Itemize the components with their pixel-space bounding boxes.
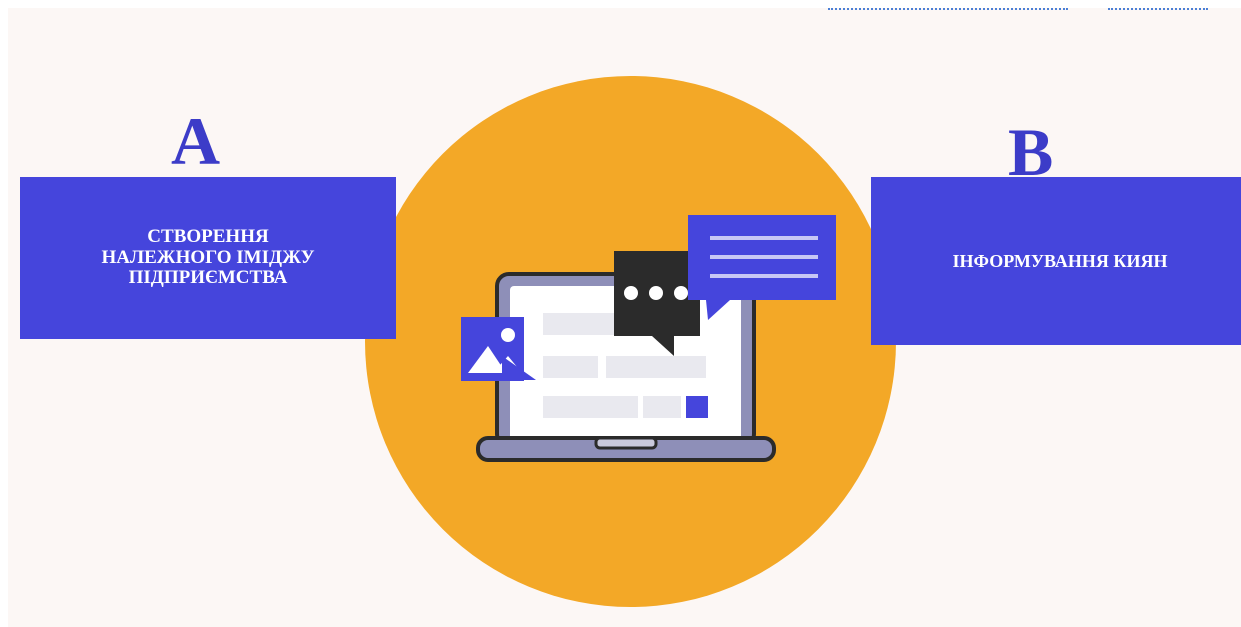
laptop-with-chat-icon xyxy=(461,215,836,462)
screen-block xyxy=(606,356,706,378)
message-line xyxy=(710,255,818,259)
dot-icon xyxy=(649,286,663,300)
screen-accent-block xyxy=(686,396,708,418)
label-letter-a: A xyxy=(171,103,221,179)
top-divider-right xyxy=(1108,8,1208,16)
message-line xyxy=(710,236,818,240)
sun-icon xyxy=(501,328,515,342)
dot-icon xyxy=(674,286,688,300)
screen-block xyxy=(643,396,681,418)
right-text-box: ІНФОРМУВАННЯ КИЯН xyxy=(871,177,1241,345)
dot-icon xyxy=(624,286,638,300)
screen-block xyxy=(543,396,638,418)
right-box-text: ІНФОРМУВАННЯ КИЯН xyxy=(952,250,1168,271)
top-divider-left xyxy=(828,8,1068,16)
label-letter-b: B xyxy=(1008,114,1054,190)
diagram-canvas: A B СТВОРЕННЯ НАЛЕЖНОГО ІМІДЖУ ПІДПРИЄМС… xyxy=(8,8,1241,627)
left-text-box: СТВОРЕННЯ НАЛЕЖНОГО ІМІДЖУ ПІДПРИЄМСТВА xyxy=(20,177,396,339)
screen-block xyxy=(543,356,598,378)
laptop-trackpad xyxy=(594,436,658,450)
message-line xyxy=(710,274,818,278)
left-box-text: СТВОРЕННЯ НАЛЕЖНОГО ІМІДЖУ ПІДПРИЄМСТВА xyxy=(101,226,315,289)
